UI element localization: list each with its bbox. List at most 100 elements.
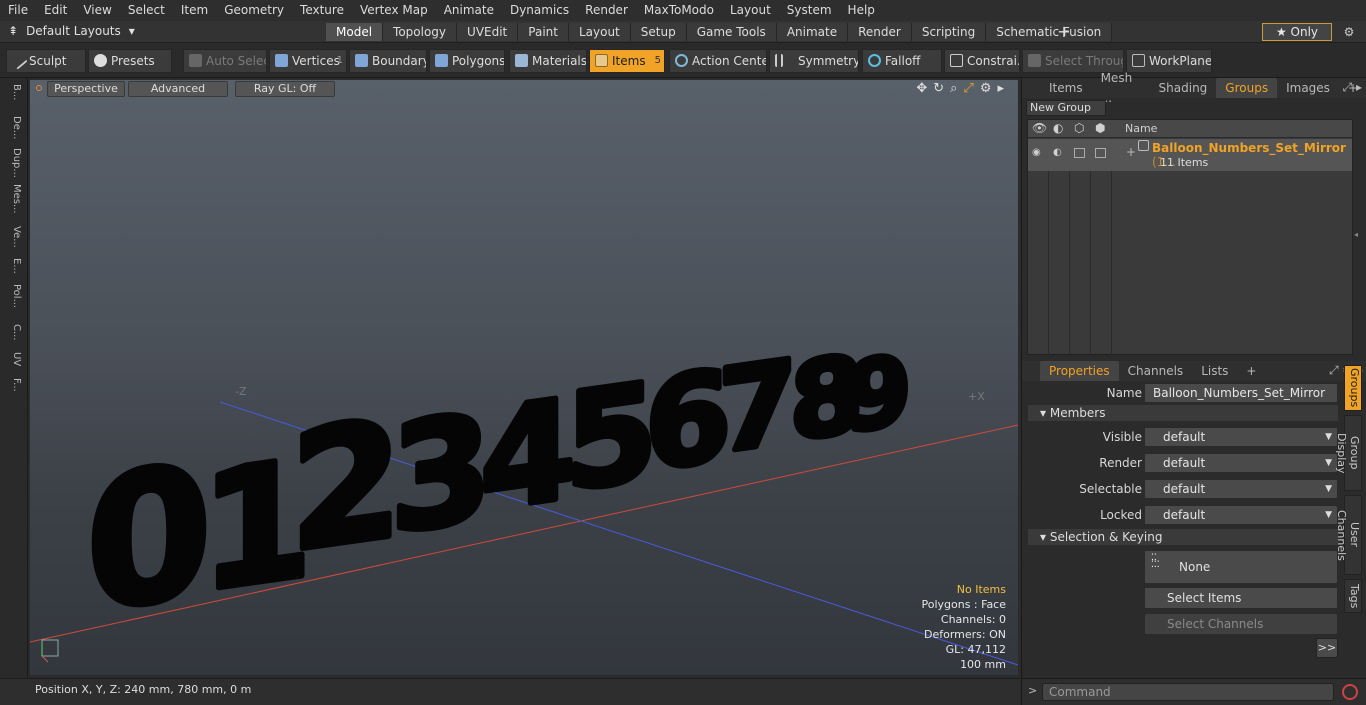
fit-icon[interactable]: ⤢ [963,81,973,96]
select-icon[interactable]: ⬢ [1095,121,1105,135]
name-field[interactable]: Balloon_Numbers_Set_Mirror (13) [1144,383,1338,418]
balloon-digit[interactable]: 7 [715,333,800,482]
left-tool-tab[interactable]: B... [4,84,22,100]
selectable-select[interactable]: default ▼ [1144,479,1338,499]
properties-tab[interactable]: Lists [1192,361,1237,381]
left-tool-tab[interactable]: Pol... [4,284,22,308]
menu-item[interactable]: Edit [36,0,75,21]
select-items-button[interactable]: Select Items [1144,587,1338,609]
mode-tab[interactable]: Topology [383,23,458,41]
left-tool-tab[interactable]: De... [4,116,22,139]
left-tool-tab[interactable]: Dup... [4,148,22,178]
eye-icon[interactable]: ◉ [1032,147,1041,158]
menu-item[interactable]: Item [173,0,216,21]
left-tool-tab[interactable]: E... [4,258,22,274]
side-vertical-tab[interactable]: User Channels [1335,495,1362,575]
left-tool-tab[interactable]: Mes... [4,184,22,214]
polygons-button[interactable]: Polygons [429,49,505,73]
expand-icon[interactable]: + [1126,145,1136,159]
symmetry-button[interactable]: Symmetry [769,49,859,73]
visible-select[interactable]: default ▼ [1144,427,1338,447]
sculpt-button[interactable]: Sculpt [6,49,86,73]
constraints-button[interactable]: Constrai... [944,49,1020,73]
add-properties-tab-button[interactable]: + [1237,361,1265,381]
lock-checkbox[interactable] [1074,148,1085,158]
action-center-button[interactable]: Action Center [669,49,767,73]
side-vertical-tab[interactable]: Groups [1344,365,1362,411]
menu-item[interactable]: Texture [292,0,352,21]
panel-expand-icon[interactable]: ⤢ ▸ [1343,80,1362,95]
raygl-button[interactable]: Ray GL: Off [235,81,335,97]
select-channels-button[interactable]: Select Channels [1144,613,1338,635]
shading-advanced-button[interactable]: Advanced [128,81,228,97]
panel-tab[interactable]: Groups [1216,78,1278,98]
viewport-menu-icon[interactable] [36,85,42,91]
items-button[interactable]: Items 5 [589,49,665,73]
menu-item[interactable]: File [0,0,36,21]
gear-icon[interactable]: ⚙ [1340,23,1358,41]
layouts-dropdown[interactable]: ⇞ Default Layouts ▾ [8,24,135,38]
mode-tab[interactable]: Animate [776,23,849,41]
balloon-digit[interactable]: 4 [477,365,579,546]
boundary-button[interactable]: Boundary [349,49,427,73]
properties-tab[interactable]: Properties [1040,361,1119,381]
menu-item[interactable]: Dynamics [502,0,577,21]
falloff-button[interactable]: Falloff [862,49,942,73]
render-icon[interactable]: ◐ [1053,121,1063,135]
move-icon[interactable]: ✥ [916,81,927,96]
balloon-digit[interactable]: 5 [562,350,661,524]
menu-item[interactable]: View [75,0,119,21]
play-icon[interactable]: ▸ [997,81,1004,96]
3d-viewport[interactable]: -Z +X 0123456789 Perspective Advanced Ra… [30,80,1018,675]
mode-tab[interactable]: Layout [568,23,631,41]
menu-item[interactable]: MaxToModo [636,0,722,21]
left-tool-tab[interactable]: C... [4,324,22,341]
left-tool-tab[interactable]: UV [4,352,22,366]
select-checkbox[interactable] [1095,148,1106,158]
members-section[interactable]: ▾ Members [1028,405,1338,421]
mode-tab[interactable]: Setup [630,23,687,41]
command-input[interactable]: Command [1042,683,1334,701]
gear-icon[interactable]: ⚙ [980,81,992,96]
materials-button[interactable]: Materials [509,49,587,73]
view-perspective-button[interactable]: Perspective [47,81,125,97]
balloon-numbers-mesh[interactable]: 0123456789 [83,329,914,656]
scroll-indicator[interactable]: ◂ [1354,230,1358,239]
menu-item[interactable]: Select [120,0,173,21]
balloon-digit[interactable]: 0 [83,421,215,656]
menu-item[interactable]: System [779,0,840,21]
balloon-digit[interactable]: 9 [842,331,914,458]
new-group-button[interactable]: New Group [1026,100,1106,116]
properties-tab[interactable]: Channels [1119,361,1193,381]
mode-tab[interactable]: Game Tools [686,23,777,41]
rotate-icon[interactable]: ↻ [933,81,944,96]
menu-item[interactable]: Layout [722,0,779,21]
mode-tab[interactable]: Model [326,23,384,41]
record-icon[interactable] [1342,684,1358,700]
presets-button[interactable]: Presets [88,49,172,73]
render-icon[interactable]: ◐ [1053,147,1062,158]
lock-icon[interactable]: ⬡ [1074,121,1084,135]
mode-tab[interactable]: Paint [518,23,569,41]
panel-tab[interactable]: Images [1277,78,1339,98]
vertices-button[interactable]: Vertices 1 [269,49,347,73]
side-vertical-tab[interactable]: Group Display [1335,415,1362,491]
mode-tab[interactable]: UVEdit [457,23,519,41]
menu-item[interactable]: Help [840,0,883,21]
left-tool-tab[interactable]: F... [4,378,22,392]
balloon-digit[interactable]: 2 [287,382,406,592]
mode-tab[interactable]: Render [848,23,912,41]
auto-select-button[interactable]: Auto Select [183,49,267,73]
add-tab-button[interactable]: + [1056,23,1072,41]
name-column-header[interactable]: Name [1125,122,1157,135]
side-vertical-tab[interactable]: Tags [1344,579,1362,613]
only-button[interactable]: ★ Only [1262,23,1332,41]
eye-icon[interactable]: 👁 [1032,121,1047,135]
menu-item[interactable]: Vertex Map [352,0,436,21]
locked-select[interactable]: default ▼ [1144,505,1338,525]
menu-item[interactable]: Animate [436,0,502,21]
panel-tab[interactable]: Items [1040,78,1092,98]
menu-item[interactable]: Render [577,0,636,21]
render-select[interactable]: default ▼ [1144,453,1338,473]
zoom-icon[interactable]: ⌕ [950,81,957,96]
